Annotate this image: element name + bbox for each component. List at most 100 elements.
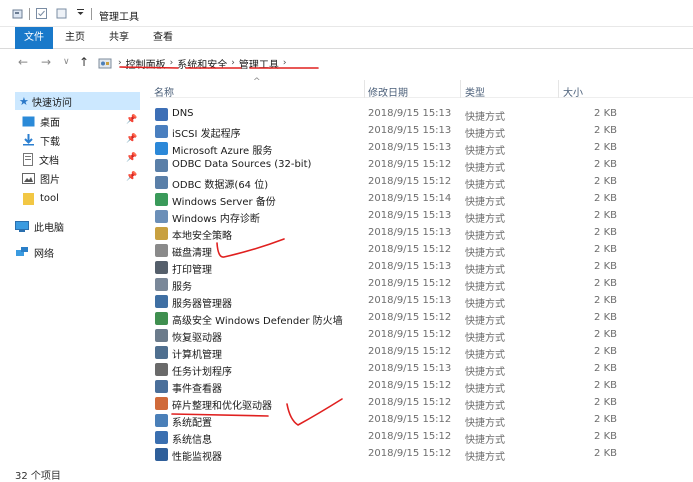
new-folder-icon[interactable] [56,8,67,19]
nav-documents[interactable]: 文档 [22,150,59,168]
nav-pictures[interactable]: 图片 [22,169,60,187]
file-row[interactable]: 服务 2018/9/15 15:12 快捷方式 2 KB [150,276,693,293]
file-row[interactable]: 计算机管理 2018/9/15 15:12 快捷方式 2 KB [150,344,693,361]
nav-quick-access[interactable]: ★ 快速访问 [15,92,140,110]
file-row[interactable]: 磁盘清理 2018/9/15 15:12 快捷方式 2 KB [150,242,693,259]
checkbox-icon[interactable] [36,8,47,19]
chevron-right-icon: › [231,58,235,68]
up-icon[interactable]: ↑ [79,55,89,69]
file-name: Windows 内存诊断 [172,214,260,225]
file-type: 快捷方式 [465,231,505,242]
file-row[interactable]: 本地安全策略 2018/9/15 15:13 快捷方式 2 KB [150,225,693,242]
shortcut-icon [155,176,168,189]
file-row[interactable]: 打印管理 2018/9/15 15:13 快捷方式 2 KB [150,259,693,276]
file-row[interactable]: ODBC 数据源(64 位) 2018/9/15 15:12 快捷方式 2 KB [150,174,693,191]
file-type: 快捷方式 [465,129,505,140]
file-type: 快捷方式 [465,401,505,412]
file-row[interactable]: iSCSI 发起程序 2018/9/15 15:13 快捷方式 2 KB [150,123,693,140]
file-row[interactable]: 事件查看器 2018/9/15 15:12 快捷方式 2 KB [150,378,693,395]
pin-icon[interactable]: 📌 [126,134,137,144]
shortcut-icon [155,448,168,461]
file-row[interactable]: 恢复驱动器 2018/9/15 15:12 快捷方式 2 KB [150,327,693,344]
file-row[interactable]: 碎片整理和优化驱动器 2018/9/15 15:12 快捷方式 2 KB [150,395,693,412]
nav-desktop[interactable]: 桌面 [22,112,60,130]
control-panel-icon [98,58,112,68]
nav-network[interactable]: 网络 [15,243,54,261]
file-row[interactable]: Windows 内存诊断 2018/9/15 15:13 快捷方式 2 KB [150,208,693,225]
file-type: 快捷方式 [465,146,505,157]
nav-network-label: 网络 [34,248,54,260]
file-name: DNS [172,108,194,119]
nav-downloads[interactable]: 下载 [22,131,60,149]
file-date: 2018/9/15 15:12 [368,329,452,340]
shortcut-icon [155,414,168,427]
tab-view[interactable]: 查看 [148,27,178,49]
file-row[interactable]: 任务计划程序 2018/9/15 15:13 快捷方式 2 KB [150,361,693,378]
chevron-right-icon: › [282,58,287,68]
shortcut-icon [155,261,168,274]
file-name: 高级安全 Windows Defender 防火墙 [172,316,343,327]
file-type: 快捷方式 [465,180,505,191]
file-date: 2018/9/15 15:13 [368,363,452,374]
file-row[interactable]: Windows Server 备份 2018/9/15 15:14 快捷方式 2 KB [150,191,693,208]
pin-icon[interactable]: 📌 [126,172,137,182]
tab-home[interactable]: 主页 [60,27,90,49]
file-date: 2018/9/15 15:13 [368,125,452,136]
nav-this-pc[interactable]: 此电脑 [15,217,64,235]
file-row[interactable]: 高级安全 Windows Defender 防火墙 2018/9/15 15:12… [150,310,693,327]
back-icon[interactable]: ← [18,55,28,69]
title-bar: 管理工具 [0,0,693,27]
file-size: 2 KB [594,227,617,238]
forward-icon[interactable]: → [41,55,51,69]
file-type: 快捷方式 [465,299,505,310]
file-date: 2018/9/15 15:13 [368,227,452,238]
file-type: 快捷方式 [465,435,505,446]
ribbon: 文件 主页 共享 查看 [0,27,693,49]
file-type: 快捷方式 [465,384,505,395]
breadcrumb-control-panel[interactable]: 控制面板 [126,56,166,71]
recent-dropdown-icon[interactable]: ∨ [63,57,70,67]
file-row[interactable]: 服务器管理器 2018/9/15 15:13 快捷方式 2 KB [150,293,693,310]
file-date: 2018/9/15 15:12 [368,431,452,442]
file-row[interactable]: 系统信息 2018/9/15 15:12 快捷方式 2 KB [150,429,693,446]
tab-share[interactable]: 共享 [104,27,134,49]
file-row[interactable]: DNS 2018/9/15 15:13 快捷方式 2 KB [150,106,693,123]
file-row[interactable]: 系统配置 2018/9/15 15:12 快捷方式 2 KB [150,412,693,429]
file-row[interactable]: Microsoft Azure 服务 2018/9/15 15:13 快捷方式 2 K… [150,140,693,157]
file-name: Windows Server 备份 [172,197,276,208]
file-size: 2 KB [594,244,617,255]
file-date: 2018/9/15 15:12 [368,397,452,408]
pin-icon[interactable]: 📌 [126,115,137,125]
nav-this-pc-label: 此电脑 [34,222,64,234]
file-name: 本地安全策略 [172,231,232,242]
shortcut-icon [155,244,168,257]
shortcut-icon [155,397,168,410]
customize-dropdown-icon[interactable] [76,8,85,17]
file-name: 打印管理 [172,265,212,276]
file-size: 2 KB [594,414,617,425]
breadcrumb-system-security[interactable]: 系统和安全 [177,56,227,71]
file-row[interactable]: ODBC Data Sources (32-bit) 2018/9/15 15:1… [150,157,693,174]
shortcut-icon [155,193,168,206]
breadcrumb-admin-tools[interactable]: 管理工具 [239,56,279,71]
nav-pictures-label: 图片 [40,174,60,186]
file-size: 2 KB [594,210,617,221]
nav-tool[interactable]: tool [22,189,59,207]
shortcut-icon [155,312,168,325]
shortcut-icon [155,295,168,308]
properties-icon[interactable] [12,8,24,20]
file-row[interactable]: 性能监视器 2018/9/15 15:12 快捷方式 2 KB [150,446,693,463]
folder-icon [23,192,34,205]
file-date: 2018/9/15 15:12 [368,380,452,391]
file-date: 2018/9/15 15:12 [368,312,452,323]
tab-file[interactable]: 文件 [15,27,53,49]
shortcut-icon [155,108,168,121]
desktop-icon [22,116,35,126]
nav-quick-access-label: 快速访问 [32,97,72,109]
nav-documents-label: 文档 [39,155,59,167]
file-name: 恢复驱动器 [172,333,222,344]
pin-icon[interactable]: 📌 [126,153,137,163]
file-type: 快捷方式 [465,197,505,208]
shortcut-icon [155,329,168,342]
file-name: 磁盘清理 [172,248,212,259]
